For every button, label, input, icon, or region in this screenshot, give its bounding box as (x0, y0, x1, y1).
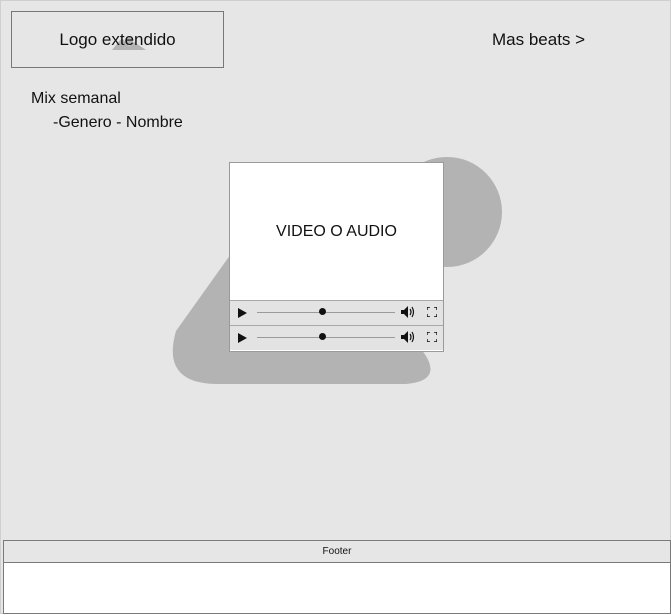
player-controls (230, 300, 443, 325)
media-player[interactable]: VIDEO O AUDIO (229, 162, 444, 352)
play-icon[interactable] (238, 333, 247, 343)
fullscreen-icon[interactable] (427, 332, 437, 342)
page: Logo extendido Mas beats > Mix semanal -… (0, 0, 671, 614)
volume-icon[interactable] (401, 306, 415, 318)
media-label: VIDEO O AUDIO (276, 223, 397, 240)
seek-handle[interactable] (319, 308, 326, 315)
fullscreen-icon[interactable] (427, 307, 437, 317)
seek-handle[interactable] (319, 333, 326, 340)
player-controls (230, 325, 443, 350)
volume-icon[interactable] (401, 331, 415, 343)
seek-bar[interactable] (257, 337, 395, 338)
play-icon[interactable] (238, 308, 247, 318)
footer-title: Footer (3, 540, 671, 563)
footer-content (3, 562, 671, 614)
seek-bar[interactable] (257, 312, 395, 313)
